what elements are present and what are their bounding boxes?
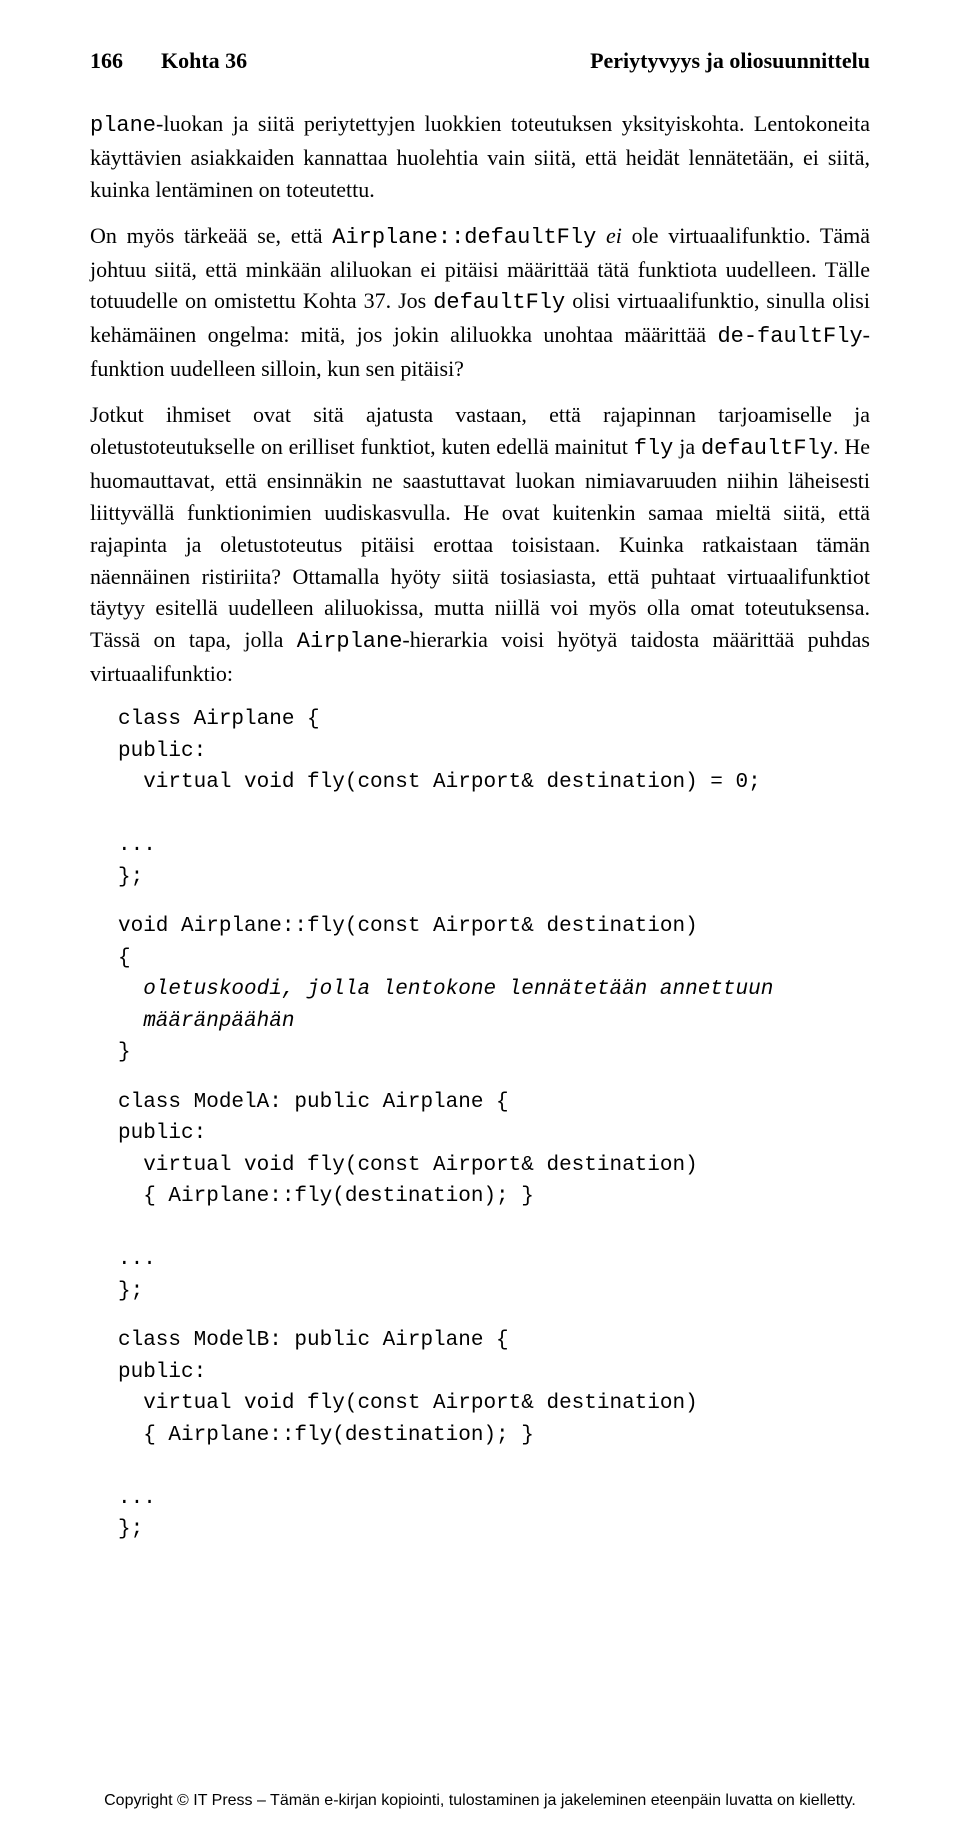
code-line: ... — [118, 1248, 156, 1271]
text: ja — [673, 434, 701, 459]
code-block-1: class Airplane { public: virtual void fl… — [118, 704, 870, 893]
code-line: public: — [118, 1361, 206, 1384]
code-line: virtual void fly(const Airport& destinat… — [118, 1392, 698, 1415]
paragraph-2: On myös tärkeää se, että Airplane::defau… — [90, 220, 870, 385]
inline-code: defaultFly — [701, 436, 833, 461]
page: 166 Kohta 36 Periytyvyys ja oliosuunnitt… — [0, 0, 960, 1840]
code-line: class ModelB: public Airplane { — [118, 1329, 509, 1352]
inline-code: fly — [634, 436, 674, 461]
chapter-title: Periytyvyys ja oliosuunnittelu — [590, 48, 870, 74]
section-label: Kohta 36 — [161, 48, 247, 74]
code-line: }; — [118, 1280, 143, 1303]
code-block-2: void Airplane::fly(const Airport& destin… — [118, 911, 870, 1069]
code-line: { Airplane::fly(destination); } — [118, 1185, 534, 1208]
text-italic: ei — [596, 223, 622, 248]
code-line: ... — [118, 1487, 156, 1510]
paragraph-1: plane-luokan ja siitä periytettyjen luok… — [90, 108, 870, 206]
footer-copyright: Copyright © IT Press – Tämän e-kirjan ko… — [0, 1792, 960, 1810]
text: On myös tärkeää se, että — [90, 223, 332, 248]
code-line: void Airplane::fly(const Airport& destin… — [118, 915, 698, 938]
code-line-italic: oletuskoodi, jolla lentokone lennätetään… — [118, 978, 773, 1001]
inline-code: defaultFly — [433, 290, 565, 315]
paragraph-3: Jotkut ihmiset ovat sitä ajatusta vastaa… — [90, 399, 870, 690]
code-line: }; — [118, 866, 143, 889]
code-block-3: class ModelA: public Airplane { public: … — [118, 1087, 870, 1308]
code-line: virtual void fly(const Airport& destinat… — [118, 1154, 698, 1177]
code-line: ... — [118, 834, 156, 857]
code-block-4: class ModelB: public Airplane { public: … — [118, 1325, 870, 1546]
inline-code: plane — [90, 113, 156, 138]
code-line: public: — [118, 1122, 206, 1145]
code-line: virtual void fly(const Airport& destinat… — [118, 771, 761, 794]
page-header: 166 Kohta 36 Periytyvyys ja oliosuunnitt… — [90, 48, 870, 74]
code-line: public: — [118, 740, 206, 763]
code-line-italic: määränpäähän — [118, 1010, 294, 1033]
code-line: { Airplane::fly(destination); } — [118, 1424, 534, 1447]
code-line: { — [118, 947, 131, 970]
code-line: class ModelA: public Airplane { — [118, 1091, 509, 1114]
code-line: } — [118, 1041, 131, 1064]
inline-code: Airplane — [297, 629, 403, 654]
page-number: 166 — [90, 48, 123, 74]
inline-code: de-faultFly — [717, 324, 862, 349]
code-line: class Airplane { — [118, 708, 320, 731]
inline-code: Airplane::defaultFly — [332, 225, 596, 250]
text: -luokan ja siitä periytettyjen luokkien … — [90, 111, 870, 202]
code-line: }; — [118, 1518, 143, 1541]
text: . He huomauttavat, että ensinnäkin ne sa… — [90, 434, 870, 652]
